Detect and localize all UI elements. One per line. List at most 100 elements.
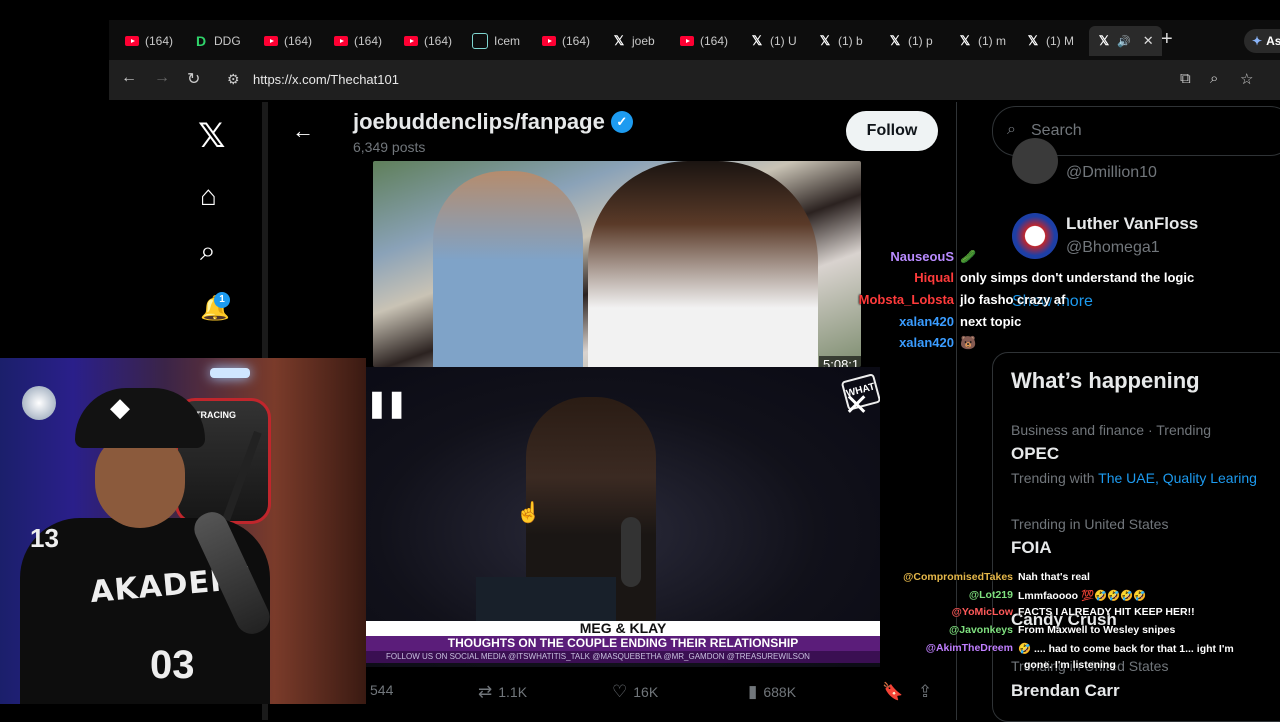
site-favicon-icon xyxy=(472,33,488,49)
trend-meta-1: Business and finance · Trending xyxy=(1011,422,1212,438)
chat-message-text: Lmmfaoooo 💯🤣🤣🤣🤣 xyxy=(1018,590,1147,602)
x-logo-icon: 𝕏 xyxy=(959,33,971,48)
chat-message: xalan420 xyxy=(899,335,954,350)
notifications-badge: 1 xyxy=(214,292,230,308)
search-icon: ⌕ xyxy=(1007,121,1016,138)
browser-tab[interactable]: (164) xyxy=(125,30,185,52)
browser-tab-strip: (164) D DDG (164) (164) (164) Icem (164) 𝕏joeb (1… xyxy=(109,20,1280,60)
chat-message-text: 🤣 .... had to come back for that 1... ig… xyxy=(1018,643,1234,655)
trend-name-1[interactable]: OPEC xyxy=(1011,444,1059,464)
share-action[interactable]: ⇪ xyxy=(918,682,932,702)
repost-count: 1.1K xyxy=(498,684,528,700)
lower-third-title: MEG & KLAY xyxy=(366,621,880,636)
chat-text: Lmmfaoooo 💯🤣🤣🤣🤣 xyxy=(1018,589,1146,602)
browser-tab[interactable]: 𝕏 (1) p xyxy=(888,30,948,52)
chat-text: 🤣 .... had to come back for that 1... ig… xyxy=(1018,642,1234,655)
follow-suggestion-handle-2[interactable]: @Bhomega1 xyxy=(1066,239,1160,257)
duckduckgo-icon: D xyxy=(195,33,207,49)
x-logo-icon: 𝕏 xyxy=(819,33,831,48)
trend-with-links[interactable]: The UAE, Quality Learing xyxy=(1098,470,1257,486)
home-icon[interactable]: ⌂ xyxy=(200,180,217,212)
forward-icon[interactable]: → xyxy=(154,69,170,87)
follow-button[interactable]: Follow xyxy=(846,111,938,151)
tab-label: (164) xyxy=(562,34,591,48)
new-tab-button[interactable]: + xyxy=(1161,28,1173,51)
chat-username: xalan420 xyxy=(899,335,954,350)
tab-active[interactable]: 𝕏 🔊 ✕ xyxy=(1089,26,1162,56)
browser-tab[interactable]: (164) xyxy=(334,30,394,52)
zoom-icon[interactable]: ⌕ xyxy=(1210,70,1218,87)
avatar-luther[interactable] xyxy=(1012,213,1058,259)
trend-name-2[interactable]: FOIA xyxy=(1011,538,1052,558)
site-info-icon[interactable]: ⚙ xyxy=(227,71,240,88)
bookmark-star-icon[interactable]: ☆ xyxy=(1240,70,1253,88)
address-bar-row: ← → ↻ ⚙ https://x.com/Thechat101 ⧉ ⌕ ☆ xyxy=(109,60,1280,100)
chat-text: only simps don't understand the logic xyxy=(960,270,1194,285)
browser-tab[interactable]: (164) xyxy=(264,30,324,52)
like-action[interactable]: ♡ 16K xyxy=(612,682,658,702)
x-home-logo-icon[interactable]: 𝕏 xyxy=(198,116,225,156)
reply-action[interactable]: 544 xyxy=(370,682,393,698)
chat-message-text: only simps don't understand the logic xyxy=(960,270,1195,285)
browser-tab[interactable]: 𝕏 (1) b xyxy=(818,30,878,52)
browser-tab[interactable]: 𝕏 (1) M xyxy=(1026,30,1086,52)
repost-action[interactable]: ⇄ 1.1K xyxy=(478,682,527,702)
follow-suggestion-handle-1[interactable]: @Dmillion10 xyxy=(1066,164,1157,182)
x-logo-icon: 𝕏 xyxy=(751,33,763,48)
whats-happening-title: What’s happening xyxy=(1011,368,1200,393)
chat-message: NauseouS xyxy=(890,249,954,264)
tab-label: (164) xyxy=(145,34,174,48)
streamer-cap xyxy=(75,388,205,448)
bookmark-icon: 🔖 xyxy=(882,682,904,701)
url-field[interactable]: https://x.com/Thechat101 xyxy=(253,72,399,87)
close-video-icon[interactable]: ✕ xyxy=(844,388,869,423)
x-logo-icon: 𝕏 xyxy=(613,33,625,48)
chat-username: @AkimTheDreem xyxy=(925,642,1013,654)
browser-tab[interactable]: 𝕏joeb xyxy=(612,30,672,52)
bookmark-action[interactable]: 🔖 xyxy=(882,682,903,702)
follow-suggestion-name-2[interactable]: Luther VanFloss xyxy=(1066,214,1198,234)
tab-label: (1) b xyxy=(838,34,863,48)
browser-tab[interactable]: (164) xyxy=(404,30,464,52)
chat-message-text: FACTS I ALREADY HIT KEEP HER!! xyxy=(1018,606,1195,618)
tab-label: (164) xyxy=(354,34,383,48)
back-icon[interactable]: ← xyxy=(121,69,137,87)
chat-text: 🥒 xyxy=(960,249,976,265)
reply-count: 544 xyxy=(370,682,394,698)
ask-label: Ask xyxy=(1266,34,1280,48)
browser-tab[interactable]: 𝕏 (1) m xyxy=(958,30,1018,52)
browser-tab[interactable]: (164) xyxy=(680,30,740,52)
reload-icon[interactable]: ↻ xyxy=(187,69,200,89)
chair-label: TRACING xyxy=(195,410,236,420)
close-tab-icon[interactable]: ✕ xyxy=(1143,33,1154,49)
chat-text: gone. I'm listening xyxy=(1024,659,1116,671)
lower-third-subtitle: THOUGHTS ON THE COUPLE ENDING THEIR RELA… xyxy=(366,636,880,651)
views-action[interactable]: ▮ 688K xyxy=(748,682,796,702)
browser-tab[interactable]: Icem xyxy=(472,30,532,52)
x-side-nav: 𝕏 ⌂ ⌕ 🔔 xyxy=(180,102,260,362)
explore-search-icon[interactable]: ⌕ xyxy=(200,235,216,268)
speaker-icon[interactable]: 🔊 xyxy=(1117,35,1131,48)
trend-with-prefix: Trending with xyxy=(1011,470,1095,486)
post-actions: 544 ⇄ 1.1K ♡ 16K ▮ 688K 🔖 ⇪ xyxy=(270,672,956,712)
lower-third-ticker: FOLLOW US ON SOCIAL MEDIA @ITSWHATITIS_T… xyxy=(366,651,880,663)
views-chart-icon: ▮ xyxy=(748,682,758,701)
pause-icon[interactable]: ❚❚ xyxy=(366,388,408,419)
chat-message-text: From Maxwell to Wesley snipes xyxy=(1018,624,1176,636)
browser-tab[interactable]: 𝕏 (1) U xyxy=(750,30,810,52)
cast-icon[interactable]: ⧉ xyxy=(1180,70,1191,87)
browser-tab[interactable]: D DDG xyxy=(194,30,254,52)
profile-header-name: joebuddenclips/fanpage ✓ xyxy=(353,109,633,135)
cap-logo-icon: ◆ xyxy=(110,392,130,422)
video-player[interactable]: WHAT MEG & KLAY THOUGHTS ON THE COUPLE E… xyxy=(366,367,880,667)
browser-tab[interactable]: (164) xyxy=(542,30,602,52)
video-top-frame[interactable] xyxy=(373,161,861,367)
trend-name-4[interactable]: Brendan Carr xyxy=(1011,681,1120,701)
chat-username: @CompromisedTakes xyxy=(903,571,1013,583)
video-lower-third: MEG & KLAY THOUGHTS ON THE COUPLE ENDING… xyxy=(366,621,880,667)
chat-username: @Lot219 xyxy=(968,589,1013,601)
verified-badge-icon: ✓ xyxy=(610,111,633,133)
ask-button[interactable]: ✦Ask xyxy=(1244,29,1280,53)
avatar-dmillion[interactable] xyxy=(1012,138,1058,184)
back-arrow-icon[interactable]: ← xyxy=(292,118,314,144)
